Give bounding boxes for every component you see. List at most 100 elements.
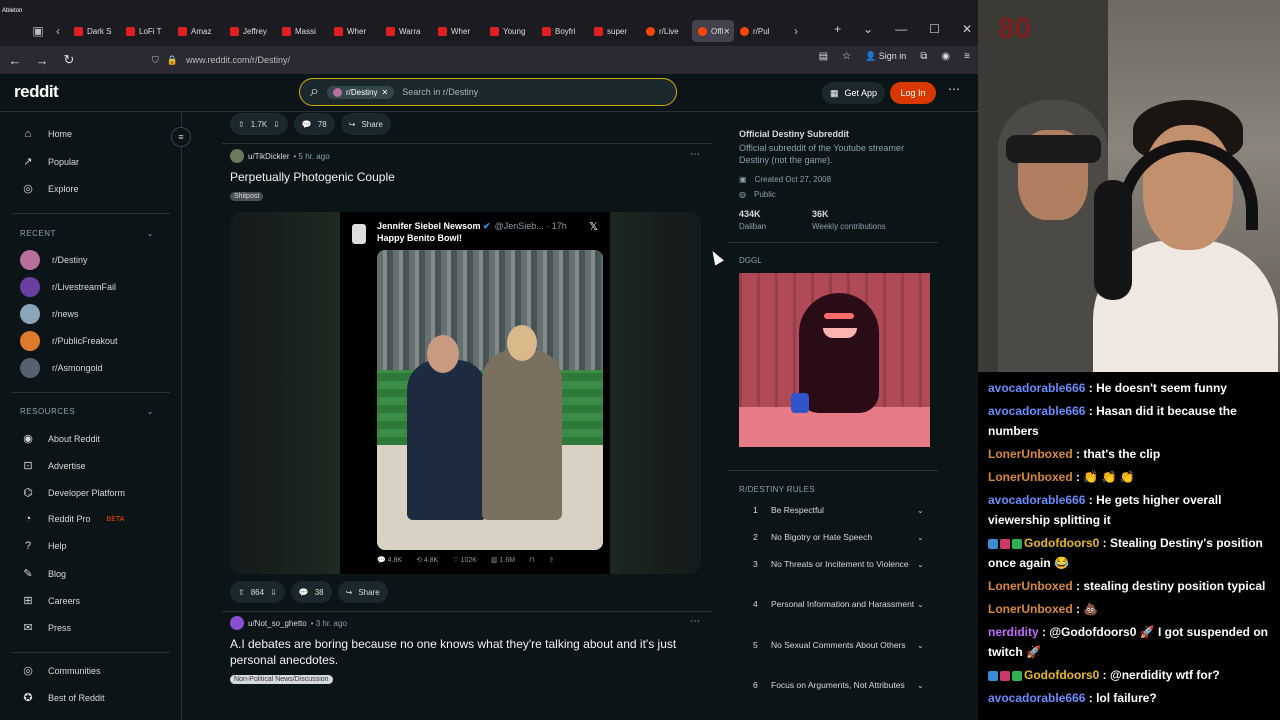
search-placeholder[interactable]: Search in r/Destiny [402, 87, 478, 97]
comments-button[interactable]: 💬 38 [290, 581, 332, 603]
upvote-icon[interactable]: ⇧ [238, 588, 245, 597]
avatar[interactable] [230, 616, 244, 630]
addon-icon[interactable]: ◉ [941, 51, 950, 62]
new-tab-icon[interactable]: + [834, 22, 841, 36]
chat-username[interactable]: Godofdoors0 [1024, 536, 1099, 550]
downvote-icon[interactable]: ⇩ [273, 120, 280, 129]
chat-username[interactable]: LonerUnboxed [988, 579, 1073, 593]
browser-tab[interactable]: Boyfri [536, 20, 588, 42]
chat-username[interactable]: avocadorable666 [988, 691, 1085, 705]
sidebar-item[interactable]: r/Asmongold [20, 358, 103, 378]
maximize-icon[interactable]: ☐ [929, 22, 940, 36]
back-icon[interactable]: ← [3, 53, 27, 68]
chat-username[interactable]: nerdidity [988, 625, 1039, 639]
post-flair[interactable]: Shitpost [230, 192, 264, 201]
rule-item[interactable]: 6 Focus on Arguments, Not Attributes ⌄ [739, 679, 929, 691]
chip-close-icon[interactable]: ✕ [382, 88, 389, 97]
collapse-sidebar-button[interactable]: ≡ [171, 127, 191, 147]
browser-tab[interactable]: Wher [328, 20, 380, 42]
subreddit-chip[interactable]: r/Destiny ✕ [326, 85, 395, 99]
browser-tab[interactable]: Jeffrey [224, 20, 276, 42]
post-options-icon[interactable]: ⋯ [690, 149, 700, 160]
post-title[interactable]: Perpetually Photogenic Couple [230, 169, 700, 185]
sign-in-button[interactable]: 👤 Sign in [865, 51, 906, 62]
post-options-icon[interactable]: ⋯ [690, 616, 700, 627]
sidebar-item[interactable]: ? Help [20, 540, 67, 552]
post-flair[interactable]: Non-Political News/Discussion [230, 675, 333, 684]
sidebar-item[interactable]: ✎ Blog [20, 567, 66, 580]
rule-item[interactable]: 1 Be Respectful ⌄ [739, 504, 929, 516]
browser-tab[interactable]: super [588, 20, 640, 42]
share-button[interactable]: ↪ Share [340, 113, 391, 135]
rule-item[interactable]: 4 Personal Information and Harassment ⌄ [739, 598, 929, 610]
comments-button[interactable]: 💬 78 [293, 113, 335, 135]
chevron-down-icon[interactable]: ⌄ [917, 533, 929, 542]
post-author[interactable]: u/TikDickler [248, 152, 289, 161]
chat-username[interactable]: LonerUnboxed [988, 602, 1073, 616]
sidebar-item[interactable]: ◉ About Reddit [20, 432, 100, 445]
sidebar-item[interactable]: ◎ Explore [20, 182, 78, 195]
chat-username[interactable]: avocadorable666 [988, 381, 1085, 395]
avatar[interactable] [230, 149, 244, 163]
search-bar[interactable]: ⌕ r/Destiny ✕ Search in r/Destiny [299, 78, 677, 106]
post-title[interactable]: A.I debates are boring because no one kn… [230, 636, 700, 668]
sidebar-item[interactable]: ✪ Best of Reddit [20, 691, 104, 704]
upvote-icon[interactable]: ⇧ [238, 120, 245, 129]
vote-pill[interactable]: ⇧ 1.7K ⇩ [230, 113, 288, 135]
browser-tab[interactable]: Wher [432, 20, 484, 42]
reader-icon[interactable]: ▤ [819, 51, 828, 62]
browser-tab[interactable]: Massi [276, 20, 328, 42]
chevron-down-icon[interactable]: ⌄ [917, 560, 929, 569]
scroll-left-icon[interactable]: ‹ [48, 21, 68, 41]
sidebar-item[interactable]: ✉ Press [20, 621, 71, 634]
sidebar-item[interactable]: ⌬ Developer Platform [20, 486, 125, 499]
sidebar-item[interactable]: r/PublicFreakout [20, 331, 118, 351]
chevron-down-icon[interactable]: ⌄ [917, 506, 929, 515]
login-button[interactable]: Log In [890, 82, 936, 104]
downvote-icon[interactable]: ⇩ [270, 588, 277, 597]
vote-pill[interactable]: ⇧ 864 ⇩ [230, 581, 285, 603]
sidebar-item[interactable]: ↗ Popular [20, 155, 79, 168]
chevron-down-icon[interactable]: ⌄ [863, 22, 873, 36]
resources-section-header[interactable]: RESOURCES ⌄ [20, 407, 154, 416]
forward-icon[interactable]: → [30, 53, 54, 68]
extensions-icon[interactable]: ⧉ [920, 51, 927, 62]
chat-username[interactable]: Godofdoors0 [1024, 668, 1099, 682]
share-button[interactable]: ↪ Share [337, 581, 388, 603]
close-tab-icon[interactable]: ✕ [723, 27, 730, 36]
sidebar-item[interactable]: r/news [20, 304, 79, 324]
rule-item[interactable]: 5 No Sexual Comments About Others ⌄ [739, 639, 929, 651]
browser-tab[interactable]: LoFi T [120, 20, 172, 42]
scroll-right-icon[interactable]: › [786, 21, 806, 41]
menu-icon[interactable]: ≡ [964, 51, 970, 62]
sidebar-item[interactable]: ⌂ Home [20, 128, 72, 140]
post-media[interactable]: Jennifer Siebel Newsom ✔ @JenSieb... · 17… [230, 212, 701, 574]
close-icon[interactable]: ✕ [962, 22, 972, 36]
reload-icon[interactable]: ↻ [57, 52, 81, 68]
rule-item[interactable]: 2 No Bigotry or Hate Speech ⌄ [739, 531, 929, 543]
chevron-down-icon[interactable]: ⌄ [917, 641, 929, 650]
dggl-image[interactable] [739, 273, 930, 447]
post-author[interactable]: u/Not_so_ghetto [248, 619, 307, 628]
get-app-button[interactable]: ▦ Get App [822, 82, 886, 104]
sidebar-item[interactable]: ⊞ Careers [20, 594, 80, 607]
bookmark-star-icon[interactable]: ☆ [842, 51, 851, 62]
browser-tab[interactable]: r/Pul [734, 20, 786, 42]
chat-username[interactable]: LonerUnboxed [988, 470, 1073, 484]
address-bar[interactable]: ⛉ 🔒 www.reddit.com/r/Destiny/ [152, 51, 772, 69]
recent-section-header[interactable]: RECENT ⌄ [20, 229, 154, 238]
browser-tab[interactable]: r/Live [640, 20, 692, 42]
chat-username[interactable]: LonerUnboxed [988, 447, 1073, 461]
browser-tab[interactable]: Dark S [68, 20, 120, 42]
chat-username[interactable]: avocadorable666 [988, 493, 1085, 507]
sidebar-item[interactable]: r/LivestreamFail [20, 277, 116, 297]
more-options-icon[interactable]: ⋯ [948, 82, 960, 96]
browser-tab[interactable]: Offi ✕ [692, 20, 734, 42]
rule-item[interactable]: 3 No Threats or Incitement to Violence ⌄ [739, 558, 929, 570]
browser-tab[interactable]: Young [484, 20, 536, 42]
tab-list-icon[interactable]: ▣ [28, 21, 48, 41]
browser-tab[interactable]: Amaz [172, 20, 224, 42]
sidebar-item[interactable]: ⊡ Advertise [20, 459, 85, 472]
reddit-logo[interactable]: reddit [14, 82, 59, 102]
sidebar-item[interactable]: ◎ Communities [20, 664, 100, 677]
